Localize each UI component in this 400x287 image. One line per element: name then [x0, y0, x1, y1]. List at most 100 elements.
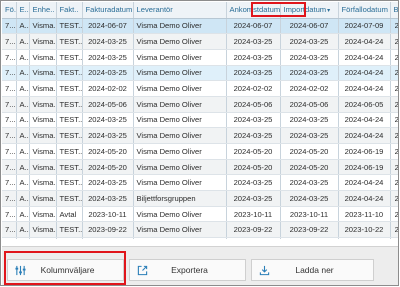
cell-fakturadatum: 2024-02-02 — [82, 80, 134, 97]
export-label: Exportera — [171, 265, 208, 275]
cell-e: A... — [16, 190, 30, 207]
cell-ankomstdatum: 2024-02-02 — [226, 80, 281, 97]
cell-bokforingsdatum: 2024-05 — [390, 96, 398, 113]
cell-fakturadatum: 2024-03-25 — [82, 65, 134, 82]
cell-e: A... — [16, 127, 30, 144]
cell-enhet: Visma... — [29, 174, 57, 192]
cell-faktura: TEST... — [56, 127, 83, 144]
table-row[interactable]: 7...A...Visma...TEST...2024-05-06Visma D… — [2, 96, 398, 113]
cell-faktura: TEST... — [56, 65, 83, 82]
column-header-enhet[interactable]: Enhe.. — [29, 2, 57, 19]
cell-leverantor: Visma Demo Oliver — [133, 18, 227, 35]
cell-forfallodatum: 2024-04-24 — [338, 190, 391, 207]
column-picker-label: Kolumnväljare — [40, 265, 95, 275]
export-icon — [137, 265, 148, 276]
cell-forfallodatum: 2024-04-24 — [338, 49, 391, 66]
cell-ankomstdatum: 2024-06-07 — [226, 18, 281, 35]
cell-leverantor: Visma Demo Oliver — [133, 127, 227, 144]
cell-fakturadatum: 2024-03-25 — [82, 174, 134, 192]
cell-enhet: Visma... — [29, 237, 57, 239]
column-header-forfallodatum[interactable]: Förfallodatum — [338, 2, 391, 19]
cell-e: A... — [16, 18, 30, 35]
cell-bokforingsdatum: 2024-03 — [390, 127, 398, 144]
table-row[interactable]: 7...A...Visma...TEST...2024-03-25Biljett… — [2, 190, 398, 207]
column-header-bokforingsdatum[interactable]: Bokföringsd — [390, 2, 398, 19]
column-header-leverantor[interactable]: Leverantör — [133, 2, 227, 19]
table-row[interactable]: 7...A...Visma...TEST...2024-03-25Visma D… — [2, 112, 398, 129]
column-header-faktura[interactable]: Fakt.. — [56, 2, 83, 19]
cell-fo: 7... — [2, 143, 17, 160]
column-header-fo[interactable]: Fö.. — [2, 2, 17, 19]
cell-leverantor: Visma Demo Oliver — [133, 33, 227, 50]
cell-leverantor: Biljettforsgruppen — [133, 190, 227, 207]
column-header-fakturadatum[interactable]: Fakturadatum — [82, 2, 134, 19]
cell-leverantor: Visma Demo Oliver — [133, 143, 227, 160]
cell-leverantor: Visma Demo Oliver — [133, 206, 227, 223]
cell-forfallodatum: 2024-04-24 — [338, 174, 391, 192]
cell-importdatum: 2024-05-20 — [280, 143, 339, 160]
invoice-grid: Fö.. E.. Enhe.. Fakt.. Fakturadatum Leve… — [2, 2, 398, 239]
cell-forfallodatum: 2023-10-22 — [338, 237, 391, 239]
cell-fakturadatum: 2023-10-11 — [82, 206, 134, 223]
cell-bokforingsdatum: 2023-09 — [390, 237, 398, 239]
cell-e: A... — [16, 49, 30, 66]
cell-enhet: Visma... — [29, 112, 57, 129]
cell-importdatum: 2024-03-25 — [280, 49, 339, 66]
table-row[interactable]: 7...A...Visma...TEST...2023-09-22Visma D… — [2, 237, 398, 239]
cell-e: A... — [16, 143, 30, 160]
cell-fo: 7... — [2, 18, 17, 35]
table-row[interactable]: 7...A...Visma...TEST...2024-05-20Visma D… — [2, 143, 398, 160]
table-row[interactable]: 7...A...Visma...TEST...2023-09-22Visma D… — [2, 221, 398, 239]
cell-fakturadatum: 2024-03-25 — [82, 49, 134, 66]
cell-ankomstdatum: 2024-03-25 — [226, 49, 281, 66]
cell-bokforingsdatum: 2024-03 — [390, 33, 398, 50]
cell-fo: 7... — [2, 80, 17, 97]
table-row[interactable]: 7...A...Visma...TEST...2024-03-25Visma D… — [2, 174, 398, 192]
column-header-importdatum-label: Importdatum — [283, 5, 327, 15]
column-picker-button[interactable]: Kolumnväljare — [7, 259, 124, 281]
cell-e: A... — [16, 33, 30, 50]
cell-importdatum: 2024-03-25 — [280, 127, 339, 144]
cell-ankomstdatum: 2024-03-25 — [226, 127, 281, 144]
table-row[interactable]: 7...A...Visma...TEST...2024-03-25Visma D… — [2, 65, 398, 82]
column-header-e[interactable]: E.. — [16, 2, 30, 19]
cell-bokforingsdatum: 2024-03 — [390, 190, 398, 207]
column-header-ankomstdatum[interactable]: Ankomstdatum — [226, 2, 281, 19]
download-button[interactable]: Ladda ner — [251, 259, 374, 281]
cell-fo: 7... — [2, 159, 17, 176]
cell-bokforingsdatum: 2024-06 — [390, 18, 398, 35]
cell-enhet: Visma... — [29, 80, 57, 97]
table-row[interactable]: 7...A...Visma...Avtal2023-10-11Visma Dem… — [2, 206, 398, 223]
cell-fo: 7... — [2, 65, 17, 82]
export-button[interactable]: Exportera — [129, 259, 246, 281]
cell-leverantor: Visma Demo Oliver — [133, 112, 227, 129]
cell-bokforingsdatum: 2024-03 — [390, 174, 398, 192]
cell-forfallodatum: 2024-06-19 — [338, 143, 391, 160]
table-row[interactable]: 7...A...Visma...TEST...2024-03-25Visma D… — [2, 49, 398, 66]
table-row[interactable]: 7...A...Visma...TEST...2024-03-25Visma D… — [2, 127, 398, 144]
table-row[interactable]: 7...A...Visma...TEST...2024-05-20Visma D… — [2, 159, 398, 176]
cell-leverantor: Visma Demo Oliver — [133, 49, 227, 66]
cell-faktura: TEST... — [56, 80, 83, 97]
cell-bokforingsdatum: 2024-05 — [390, 159, 398, 176]
cell-enhet: Visma... — [29, 159, 57, 176]
cell-faktura: TEST... — [56, 33, 83, 50]
cell-fakturadatum: 2024-05-20 — [82, 159, 134, 176]
cell-fakturadatum: 2023-09-22 — [82, 237, 134, 239]
download-label: Ladda ner — [295, 265, 334, 275]
cell-ankomstdatum: 2024-05-06 — [226, 96, 281, 113]
cell-ankomstdatum: 2024-03-25 — [226, 190, 281, 207]
cell-ankomstdatum: 2024-05-20 — [226, 159, 281, 176]
cell-forfallodatum: 2024-04-24 — [338, 65, 391, 82]
column-header-importdatum[interactable]: Importdatum▾ — [280, 2, 339, 19]
table-row[interactable]: 7...A...Visma...TEST...2024-06-07Visma D… — [2, 18, 398, 35]
cell-ankomstdatum: 2024-03-25 — [226, 65, 281, 82]
cell-forfallodatum: 2023-11-10 — [338, 206, 391, 223]
cell-fakturadatum: 2024-03-25 — [82, 112, 134, 129]
cell-fo: 7... — [2, 206, 17, 223]
cell-fakturadatum: 2024-05-06 — [82, 96, 134, 113]
table-row[interactable]: 7...A...Visma...TEST...2024-03-25Visma D… — [2, 33, 398, 50]
cell-fo: 7... — [2, 174, 17, 192]
invoice-table: Fö.. E.. Enhe.. Fakt.. Fakturadatum Leve… — [2, 2, 398, 239]
table-row[interactable]: 7...A...Visma...TEST...2024-02-02Visma D… — [2, 80, 398, 97]
